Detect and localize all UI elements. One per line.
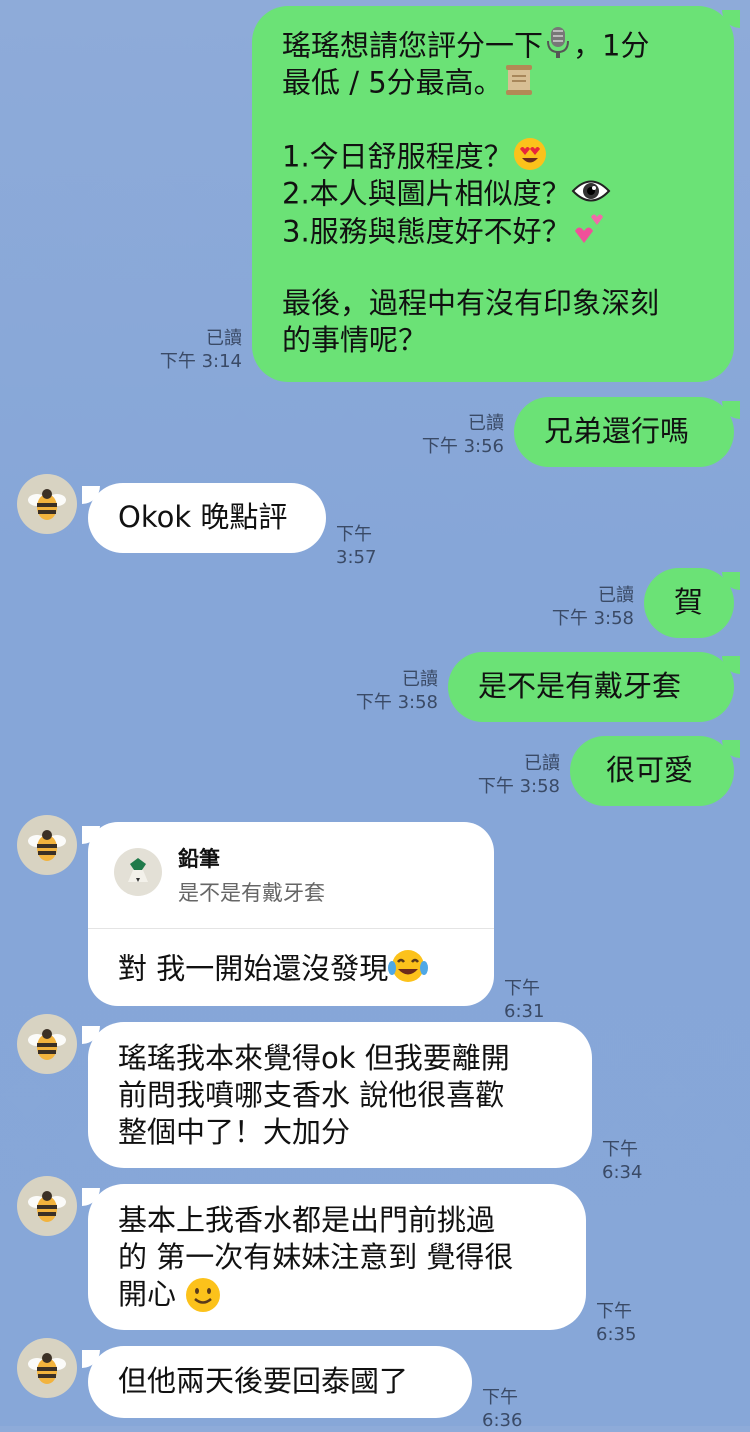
joy-emoji-icon	[388, 948, 429, 993]
chat-bubble[interactable]: 兄弟還行嗎	[514, 397, 734, 467]
reply-quoted-text: 是不是有戴牙套	[178, 881, 325, 905]
message-meta: 已讀 下午 3:14	[150, 327, 242, 373]
chat-bubble[interactable]: 瑤瑤想請您評分一下 ，1分 最低 / 5分最高。 1.今日舒服程度？ 2.本人與圖…	[252, 6, 734, 382]
read-receipt: 已讀	[206, 328, 242, 349]
message-text: 的事情呢？	[282, 323, 428, 357]
message-meta: 已讀 下午 3:58	[346, 668, 438, 714]
message-text: ，1分	[573, 28, 650, 63]
quoted-reply[interactable]: 鉛筆 是不是有戴牙套	[88, 822, 494, 929]
read-receipt: 已讀	[468, 413, 504, 434]
timestamp: 下午 3:57	[336, 524, 377, 568]
message-text: 最後，過程中有沒有印象深刻	[282, 286, 660, 320]
message-text: 2.本人與圖片相似度？	[282, 176, 571, 211]
chat-bubble[interactable]: 很可愛	[570, 736, 734, 806]
chat-bubble[interactable]: 鉛筆 是不是有戴牙套 對 我一開始還沒發現	[88, 822, 494, 1006]
timestamp: 下午 3:58	[551, 608, 634, 629]
message-text: 基本上我香水都是出門前挑過 的 第一次有妹妹注意到 覺得很 開心	[118, 1203, 514, 1311]
message-text: 3.服務與態度好不好？	[282, 214, 571, 249]
message-text: 最低 / 5分最高。	[282, 65, 503, 100]
chat-bubble[interactable]: 是不是有戴牙套	[448, 652, 734, 722]
pencil-avatar-icon	[114, 848, 162, 896]
timestamp: 下午 3:14	[159, 351, 242, 372]
read-receipt: 已讀	[524, 753, 560, 774]
read-receipt: 已讀	[598, 585, 634, 606]
timestamp: 下午 6:34	[602, 1139, 643, 1183]
timestamp: 下午 6:35	[596, 1301, 637, 1345]
timestamp: 下午 3:58	[355, 692, 438, 713]
bee-avatar-icon[interactable]	[17, 815, 77, 875]
chat-bubble[interactable]: 基本上我香水都是出門前挑過 的 第一次有妹妹注意到 覺得很 開心	[88, 1184, 586, 1330]
timestamp: 下午 3:58	[477, 776, 560, 797]
scroll-emoji-icon	[503, 63, 535, 106]
chat-bubble[interactable]: 瑤瑤我本來覺得ok 但我要離開 前問我噴哪支香水 說他很喜歡 整個中了！大加分	[88, 1022, 592, 1168]
read-receipt: 已讀	[402, 669, 438, 690]
timestamp: 下午 6:36	[482, 1387, 523, 1431]
timestamp: 下午 6:31	[504, 978, 545, 1022]
message-meta: 已讀 下午 3:58	[542, 584, 634, 630]
message-meta: 已讀 下午 3:58	[468, 752, 560, 798]
message-meta: 已讀 下午 3:56	[412, 412, 504, 458]
reply-sender-name: 鉛筆	[178, 847, 220, 871]
chat-bubble[interactable]: 賀	[644, 568, 734, 638]
two-hearts-emoji-icon	[571, 211, 609, 256]
bee-avatar-icon[interactable]	[17, 1338, 77, 1398]
microphone-emoji-icon	[543, 26, 573, 69]
timestamp: 下午 3:56	[421, 436, 504, 457]
message-text: 1.今日舒服程度？	[282, 139, 513, 174]
bee-avatar-icon[interactable]	[17, 474, 77, 534]
message-text: 瑤瑤想請您評分一下	[282, 28, 544, 63]
smile-emoji-icon	[184, 1276, 222, 1323]
chat-bubble[interactable]: Okok 晚點評	[88, 483, 326, 553]
chat-bubble[interactable]: 但他兩天後要回泰國了	[88, 1346, 472, 1418]
message-text: 對 我一開始還沒發現	[118, 951, 389, 986]
bee-avatar-icon[interactable]	[17, 1176, 77, 1236]
bee-avatar-icon[interactable]	[17, 1014, 77, 1074]
